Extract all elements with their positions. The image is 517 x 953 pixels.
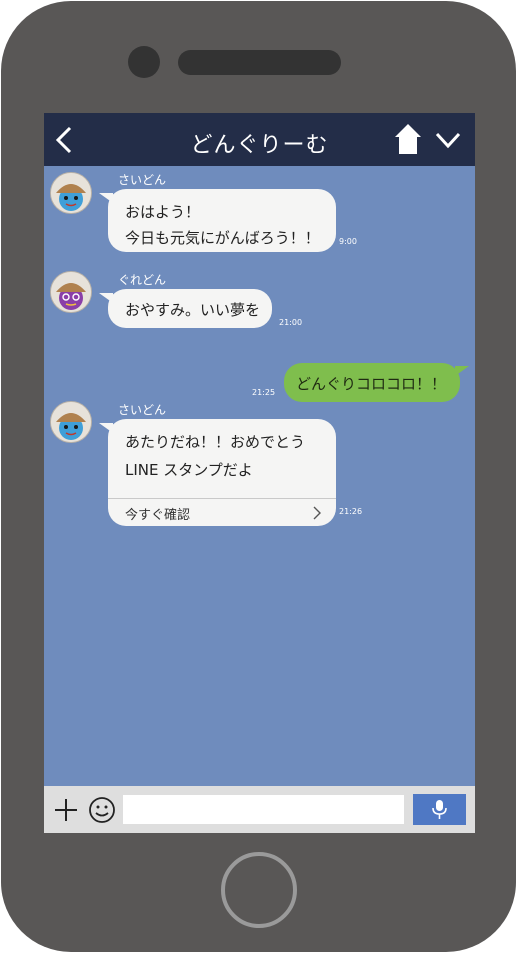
avatar[interactable] [50, 271, 92, 313]
message-text: どんぐりコロコロ！！ [296, 375, 447, 393]
message-text: 今日も元気にがんばろう！！ [125, 229, 320, 247]
message-bubble[interactable]: あたりだね！！おめでとう LINE スタンプだよ 今すぐ確認 [99, 419, 336, 527]
message-input[interactable] [123, 795, 404, 824]
sender-name: さいどん [118, 173, 167, 187]
bubble-tail [455, 366, 469, 376]
confirm-link[interactable]: 今すぐ確認 [108, 498, 336, 527]
message-input-bar [44, 786, 475, 833]
message-time: 21:00 [279, 318, 303, 327]
smile-icon[interactable] [88, 796, 116, 824]
my-message-bubble[interactable]: どんぐりコロコロ！！ [284, 363, 469, 402]
chevron-down-icon[interactable] [434, 130, 462, 150]
acorn-avatar-icon [51, 272, 91, 312]
acorn-avatar-icon [51, 402, 91, 442]
microphone-button[interactable] [413, 794, 466, 825]
bubble-tail [99, 293, 113, 303]
acorn-avatar-icon [51, 173, 91, 213]
avatar[interactable] [50, 172, 92, 214]
phone-frame: どんぐりーむ さいどん おはよう！ 今日も元気にがんばろう！！ 9:00 ぐれど… [1, 1, 516, 952]
message-bubble[interactable]: おはよう！ 今日も元気にがんばろう！！ [99, 189, 336, 252]
message-text: おやすみ。いい夢を [125, 301, 261, 319]
chevron-right-icon [313, 506, 321, 520]
chat-header: どんぐりーむ [44, 113, 475, 166]
front-camera [128, 46, 160, 78]
avatar[interactable] [50, 401, 92, 443]
message-time: 21:26 [339, 507, 363, 516]
bubble-tail [99, 423, 113, 433]
message-time: 9:00 [339, 237, 357, 246]
message-bubble[interactable]: おやすみ。いい夢を [99, 289, 272, 328]
message-text: おはよう！ [125, 203, 201, 221]
microphone-icon [432, 800, 447, 819]
confirm-link-label: 今すぐ確認 [125, 508, 191, 523]
house-icon[interactable] [393, 122, 423, 156]
message-text: LINE スタンプだよ [125, 461, 253, 479]
message-time: 21:25 [252, 388, 276, 397]
sender-name: ぐれどん [118, 273, 167, 287]
bubble-tail [99, 193, 113, 203]
earpiece-speaker [178, 50, 341, 75]
message-text: あたりだね！！おめでとう [125, 433, 306, 451]
home-button[interactable] [221, 852, 297, 928]
plus-icon[interactable] [54, 798, 78, 822]
chat-screen: どんぐりーむ さいどん おはよう！ 今日も元気にがんばろう！！ 9:00 ぐれど… [44, 113, 475, 833]
sender-name: さいどん [118, 403, 167, 417]
